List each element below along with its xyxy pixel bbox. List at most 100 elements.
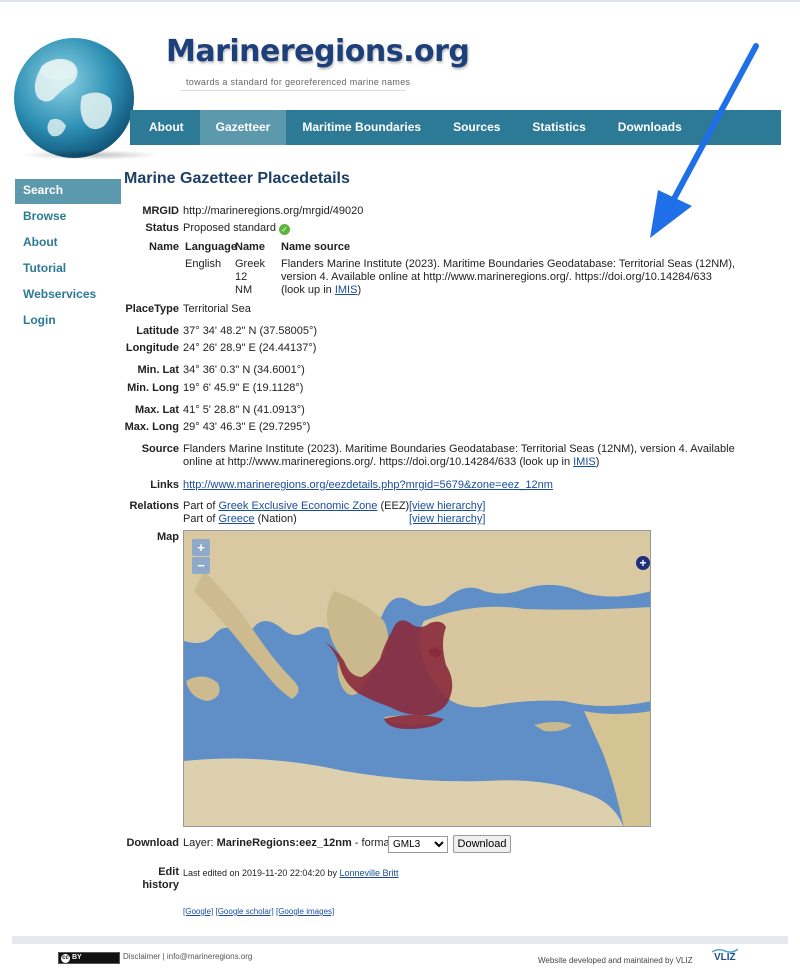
source-line2: online at http://www.marineregions.org/.… <box>183 456 735 469</box>
name-table-name-line1: Greek <box>235 258 265 270</box>
download-label: Download <box>126 837 179 849</box>
name-table-source: Flanders Marine Institute (2023). Mariti… <box>281 258 735 297</box>
relation-link-greece[interactable]: Greece <box>218 513 254 525</box>
edit-text: Last edited on 2019-11-20 22:04:20 by <box>183 868 340 878</box>
nav-sources[interactable]: Sources <box>437 110 516 145</box>
layer-name: MarineRegions:eez_12nm <box>216 837 352 849</box>
download-button[interactable]: Download <box>453 835 511 853</box>
zoom-in-button[interactable]: + <box>192 539 210 556</box>
sidebar: Search Browse About Tutorial Webservices… <box>15 179 121 335</box>
google-link[interactable]: [Google] <box>183 907 213 916</box>
map-label: Map <box>157 531 179 543</box>
annotation-arrow-icon <box>650 43 759 238</box>
name-source-imis-link[interactable]: IMIS <box>335 284 358 296</box>
source-label: Source <box>141 443 179 455</box>
map-canvas[interactable] <box>184 531 651 827</box>
nav-statistics[interactable]: Statistics <box>516 110 601 145</box>
top-border <box>0 0 800 2</box>
mrgid-value: http://marineregions.org/mrgid/49020 <box>183 205 364 217</box>
minlat-label: Min. Lat <box>137 364 179 376</box>
name-table-name-line2: 12 NM <box>235 271 253 296</box>
links-label: Links <box>150 479 179 491</box>
name-source-lookup-text: (look up in <box>281 284 335 296</box>
nav-about[interactable]: About <box>130 110 200 145</box>
eez-details-link[interactable]: http://www.marineregions.org/eezdetails.… <box>183 479 553 491</box>
tagline-divider <box>180 90 406 91</box>
check-icon: ✓ <box>278 224 290 235</box>
footer-disclaimer[interactable]: Disclaimer | info@marineregions.org <box>123 952 252 961</box>
sidebar-item-search[interactable]: Search <box>15 179 121 204</box>
format-select[interactable]: GML3 <box>388 836 448 853</box>
relation-prefix: Part of <box>183 513 216 525</box>
google-images-link[interactable]: [Google images] <box>276 907 334 916</box>
google-scholar-link[interactable]: [Google scholar] <box>215 907 273 916</box>
edit-label-line1: Edit <box>158 866 179 878</box>
layer-prefix: Layer: <box>183 837 217 849</box>
view-hierarchy-link[interactable]: [view hierarchy] <box>409 513 485 525</box>
nav-maritime-boundaries[interactable]: Maritime Boundaries <box>286 110 437 145</box>
maxlat-value: 41° 5' 28.8" N (41.0913°) <box>183 404 305 416</box>
view-hierarchy-link[interactable]: [view hierarchy] <box>409 500 485 512</box>
site-logo-title[interactable]: Marineregions.org <box>166 34 470 69</box>
footer-credit: Website developed and maintained by VLIZ <box>538 956 693 965</box>
site-tagline: towards a standard for georeferenced mar… <box>186 77 411 87</box>
name-table-language: English <box>185 258 222 270</box>
source-line2-text: online at http://www.marineregions.org/.… <box>183 456 574 468</box>
relation-item: Part of Greece (Nation) <box>183 513 409 526</box>
globe-logo-icon[interactable] <box>12 36 136 160</box>
source-value: Flanders Marine Institute (2023). Mariti… <box>183 443 735 469</box>
footer-divider <box>12 936 788 944</box>
latitude-value: 37° 34' 48.2" N (37.58005°) <box>183 325 318 337</box>
sidebar-item-about[interactable]: About <box>15 231 121 257</box>
sidebar-item-browse[interactable]: Browse <box>15 205 121 231</box>
relation-suffix: (EEZ) <box>380 500 410 512</box>
zoom-out-button[interactable]: − <box>192 557 210 574</box>
latitude-label: Latitude <box>136 325 179 337</box>
name-source-line3: (look up in IMIS) <box>281 284 735 297</box>
name-label: Name <box>149 241 179 253</box>
map-viewer[interactable]: + − + <box>183 530 651 827</box>
sidebar-item-webservices[interactable]: Webservices <box>15 283 121 309</box>
edit-user-link[interactable]: Lonneville Britt <box>339 868 398 878</box>
edit-history-value: Last edited on 2019-11-20 22:04:20 by Lo… <box>183 868 399 878</box>
relations-label: Relations <box>129 500 179 512</box>
source-close-paren: ) <box>595 456 600 468</box>
relation-prefix: Part of <box>183 500 216 512</box>
placetype-label: PlaceType <box>125 303 179 315</box>
status-value: Proposed standard ✓ <box>183 222 290 235</box>
relation-suffix: (Nation) <box>257 513 297 525</box>
mrgid-label: MRGID <box>142 205 179 217</box>
sidebar-item-tutorial[interactable]: Tutorial <box>15 257 121 283</box>
maxlong-label: Max. Long <box>124 421 179 433</box>
relations-list: Part of Greek Exclusive Economic Zone (E… <box>183 500 409 526</box>
vliz-logo[interactable]: VLIZ <box>714 952 736 963</box>
cc-license-badge[interactable]: cc BY <box>58 952 120 964</box>
longitude-value: 24° 26' 28.9" E (24.44137°) <box>183 342 317 354</box>
relation-link-greek-eez[interactable]: Greek Exclusive Economic Zone <box>218 500 377 512</box>
minlong-value: 19° 6' 45.9" E (19.1128°) <box>183 382 304 394</box>
longitude-label: Longitude <box>125 342 179 354</box>
layer-switcher-button[interactable]: + <box>636 556 650 570</box>
source-imis-link[interactable]: IMIS <box>573 456 596 468</box>
edit-history-label: Edit history <box>142 866 179 892</box>
status-label: Status <box>145 222 179 234</box>
edit-label-line2: history <box>142 879 179 891</box>
search-links: [Google] [Google scholar] [Google images… <box>183 907 334 916</box>
page-title: Marine Gazetteer Placedetails <box>124 170 350 187</box>
name-table-header-language: Language <box>185 241 237 253</box>
cc-icon: cc <box>61 954 70 963</box>
name-table-header-source: Name source <box>281 241 351 253</box>
placetype-value: Territorial Sea <box>183 303 251 315</box>
links-value: http://www.marineregions.org/eezdetails.… <box>183 479 553 491</box>
relation-item: Part of Greek Exclusive Economic Zone (E… <box>183 500 409 513</box>
globe-shadow <box>20 150 160 160</box>
name-source-close-paren: ) <box>357 284 362 296</box>
maxlat-label: Max. Lat <box>134 404 179 416</box>
minlat-value: 34° 36' 0.3" N (34.6001°) <box>183 364 305 376</box>
sidebar-item-login[interactable]: Login <box>15 309 121 335</box>
name-table-name: Greek 12 NM <box>235 258 265 297</box>
minlong-label: Min. Long <box>127 382 179 394</box>
cc-by-label: BY <box>72 954 82 961</box>
nav-gazetteer[interactable]: Gazetteer <box>199 110 287 145</box>
status-text: Proposed standard <box>183 222 276 234</box>
